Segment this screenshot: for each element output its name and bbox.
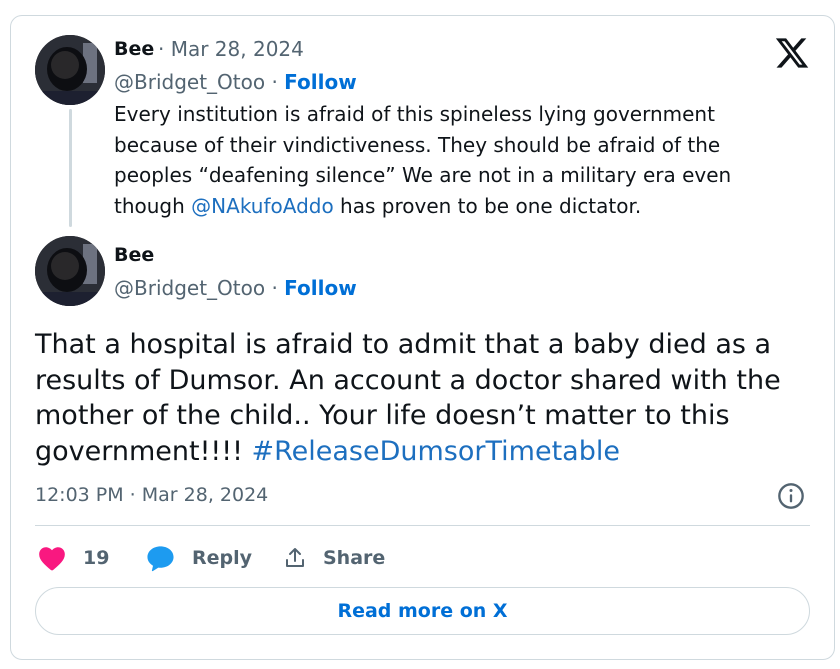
share-button[interactable]: Share bbox=[283, 540, 385, 576]
like-count: 19 bbox=[83, 547, 110, 569]
reply-button[interactable]: Reply bbox=[146, 540, 252, 576]
avatar[interactable] bbox=[35, 236, 105, 306]
tweet-text: That a hospital is afraid to admit that … bbox=[35, 327, 805, 469]
thread-line bbox=[69, 109, 72, 227]
reply-bubble-icon bbox=[147, 545, 174, 571]
heart-icon bbox=[39, 547, 65, 571]
quoted-handle-line: @Bridget_Otoo · Follow bbox=[114, 70, 357, 94]
tweet-timestamp[interactable]: 12:03 PM · Mar 28, 2024 bbox=[35, 484, 268, 506]
hashtag-link[interactable]: #ReleaseDumsorTimetable bbox=[251, 436, 619, 467]
quoted-date[interactable]: · Mar 28, 2024 bbox=[158, 37, 304, 61]
mention-link[interactable]: @NAkufoAddo bbox=[191, 194, 334, 218]
reply-label: Reply bbox=[192, 547, 253, 569]
author-name[interactable]: Bee bbox=[114, 244, 154, 266]
handle-line: @Bridget_Otoo · Follow bbox=[114, 276, 357, 300]
info-icon[interactable] bbox=[777, 482, 805, 510]
share-label: Share bbox=[323, 547, 386, 569]
like-button[interactable]: 19 bbox=[38, 540, 109, 576]
quoted-handle[interactable]: @Bridget_Otoo bbox=[114, 70, 265, 94]
quoted-author-name[interactable]: Bee bbox=[114, 38, 154, 60]
author-handle[interactable]: @Bridget_Otoo bbox=[114, 276, 265, 300]
x-logo-icon[interactable] bbox=[774, 35, 810, 71]
share-icon bbox=[286, 548, 304, 567]
quoted-text-part2: has proven to be one dictator. bbox=[333, 193, 642, 218]
avatar[interactable] bbox=[35, 35, 105, 105]
follow-button[interactable]: Follow bbox=[284, 276, 357, 300]
divider bbox=[35, 525, 810, 526]
follow-button[interactable]: Follow bbox=[284, 70, 357, 94]
quoted-tweet-text: Every institution is afraid of this spin… bbox=[114, 99, 804, 221]
separator: · bbox=[265, 276, 285, 300]
separator: · bbox=[265, 70, 285, 94]
read-more-button[interactable]: Read more on X bbox=[35, 587, 810, 635]
